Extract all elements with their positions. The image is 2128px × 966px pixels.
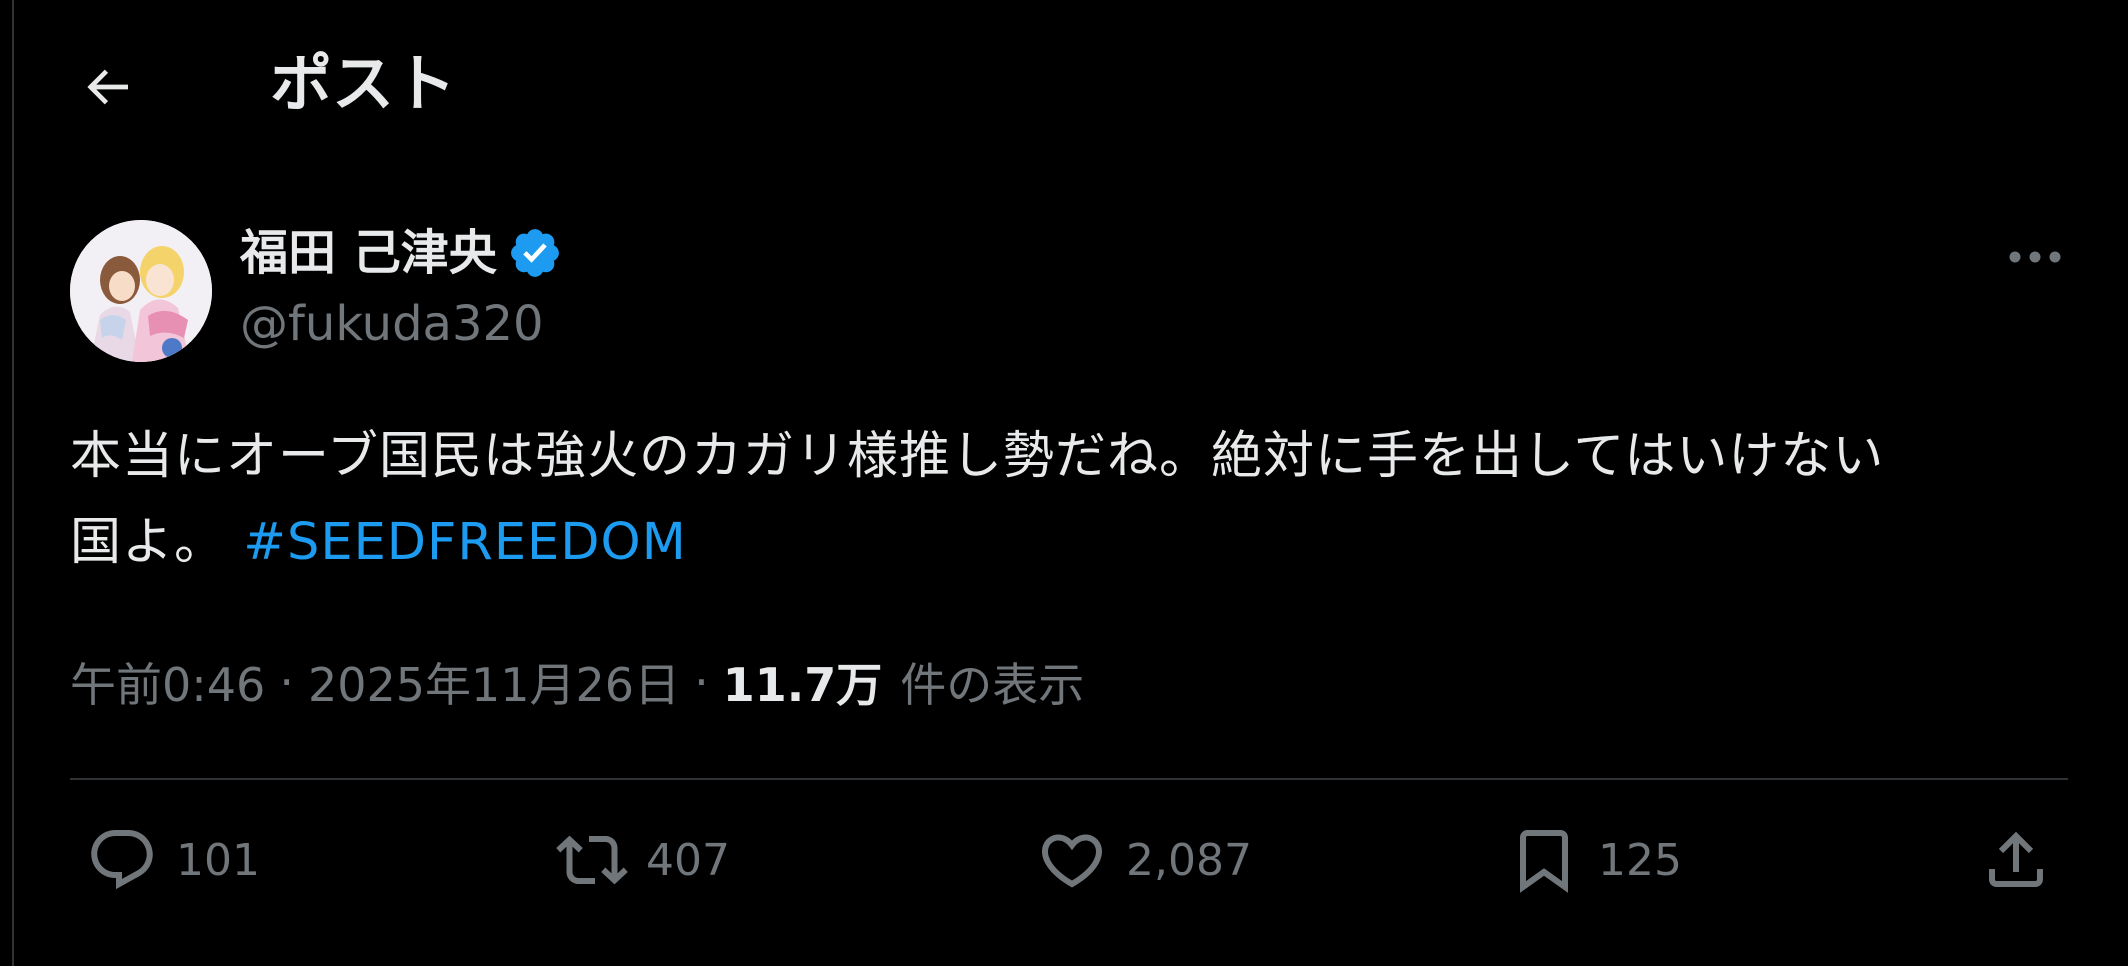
avatar[interactable] bbox=[70, 220, 212, 362]
page-header: ポスト bbox=[0, 0, 2128, 170]
bookmark-icon bbox=[1506, 822, 1582, 898]
heart-icon bbox=[1034, 822, 1110, 898]
avatar-image bbox=[70, 220, 212, 362]
like-count: 2,087 bbox=[1126, 834, 1252, 886]
page-title: ポスト bbox=[270, 47, 457, 120]
repost-icon bbox=[554, 822, 630, 898]
author-handle[interactable]: @fukuda320 bbox=[240, 294, 544, 354]
like-button[interactable]: 2,087 bbox=[1034, 822, 1252, 898]
arrow-left-icon bbox=[87, 69, 128, 105]
repost-count: 407 bbox=[646, 834, 730, 886]
post-text-line-2: 国よ。 #SEEDFREEDOM bbox=[70, 500, 2070, 586]
view-count-label: 件の表示 bbox=[900, 658, 1085, 712]
reply-count: 101 bbox=[176, 834, 260, 886]
back-button[interactable] bbox=[72, 52, 142, 122]
share-button[interactable] bbox=[1978, 822, 2054, 898]
bookmark-count: 125 bbox=[1598, 834, 1682, 886]
divider bbox=[70, 778, 2068, 780]
hashtag-link[interactable]: #SEEDFREEDOM bbox=[243, 513, 686, 572]
post-text: 本当にオーブ国民は強火のカガリ様推し勢だね。絶対に手を出してはいけない 国よ。 … bbox=[70, 414, 2070, 586]
post-date[interactable]: 2025年11月26日 bbox=[308, 649, 680, 715]
post-meta: 午前0:46 · 2025年11月26日 · 11.7万 件の表示 bbox=[70, 650, 1084, 714]
repost-button[interactable]: 407 bbox=[554, 822, 730, 898]
bookmark-button[interactable]: 125 bbox=[1506, 822, 1682, 898]
more-horizontal-icon bbox=[2009, 251, 2061, 263]
reply-button[interactable]: 101 bbox=[84, 822, 260, 898]
post-time[interactable]: 午前0:46 bbox=[70, 649, 265, 715]
author-name-row[interactable]: 福田 己津央 bbox=[240, 224, 565, 282]
more-options-button[interactable] bbox=[1990, 232, 2080, 282]
view-count: 11.7万 bbox=[722, 658, 883, 712]
meta-separator: · bbox=[279, 655, 294, 709]
verified-badge-icon bbox=[507, 224, 565, 282]
meta-separator: · bbox=[694, 655, 709, 709]
post-text-line-2-text: 国よ。 bbox=[70, 513, 227, 572]
share-icon bbox=[1978, 822, 2054, 898]
reply-icon bbox=[84, 822, 160, 898]
post-text-line-1: 本当にオーブ国民は強火のカガリ様推し勢だね。絶対に手を出してはいけない bbox=[70, 427, 1885, 486]
author-name[interactable]: 福田 己津央 bbox=[240, 224, 497, 282]
